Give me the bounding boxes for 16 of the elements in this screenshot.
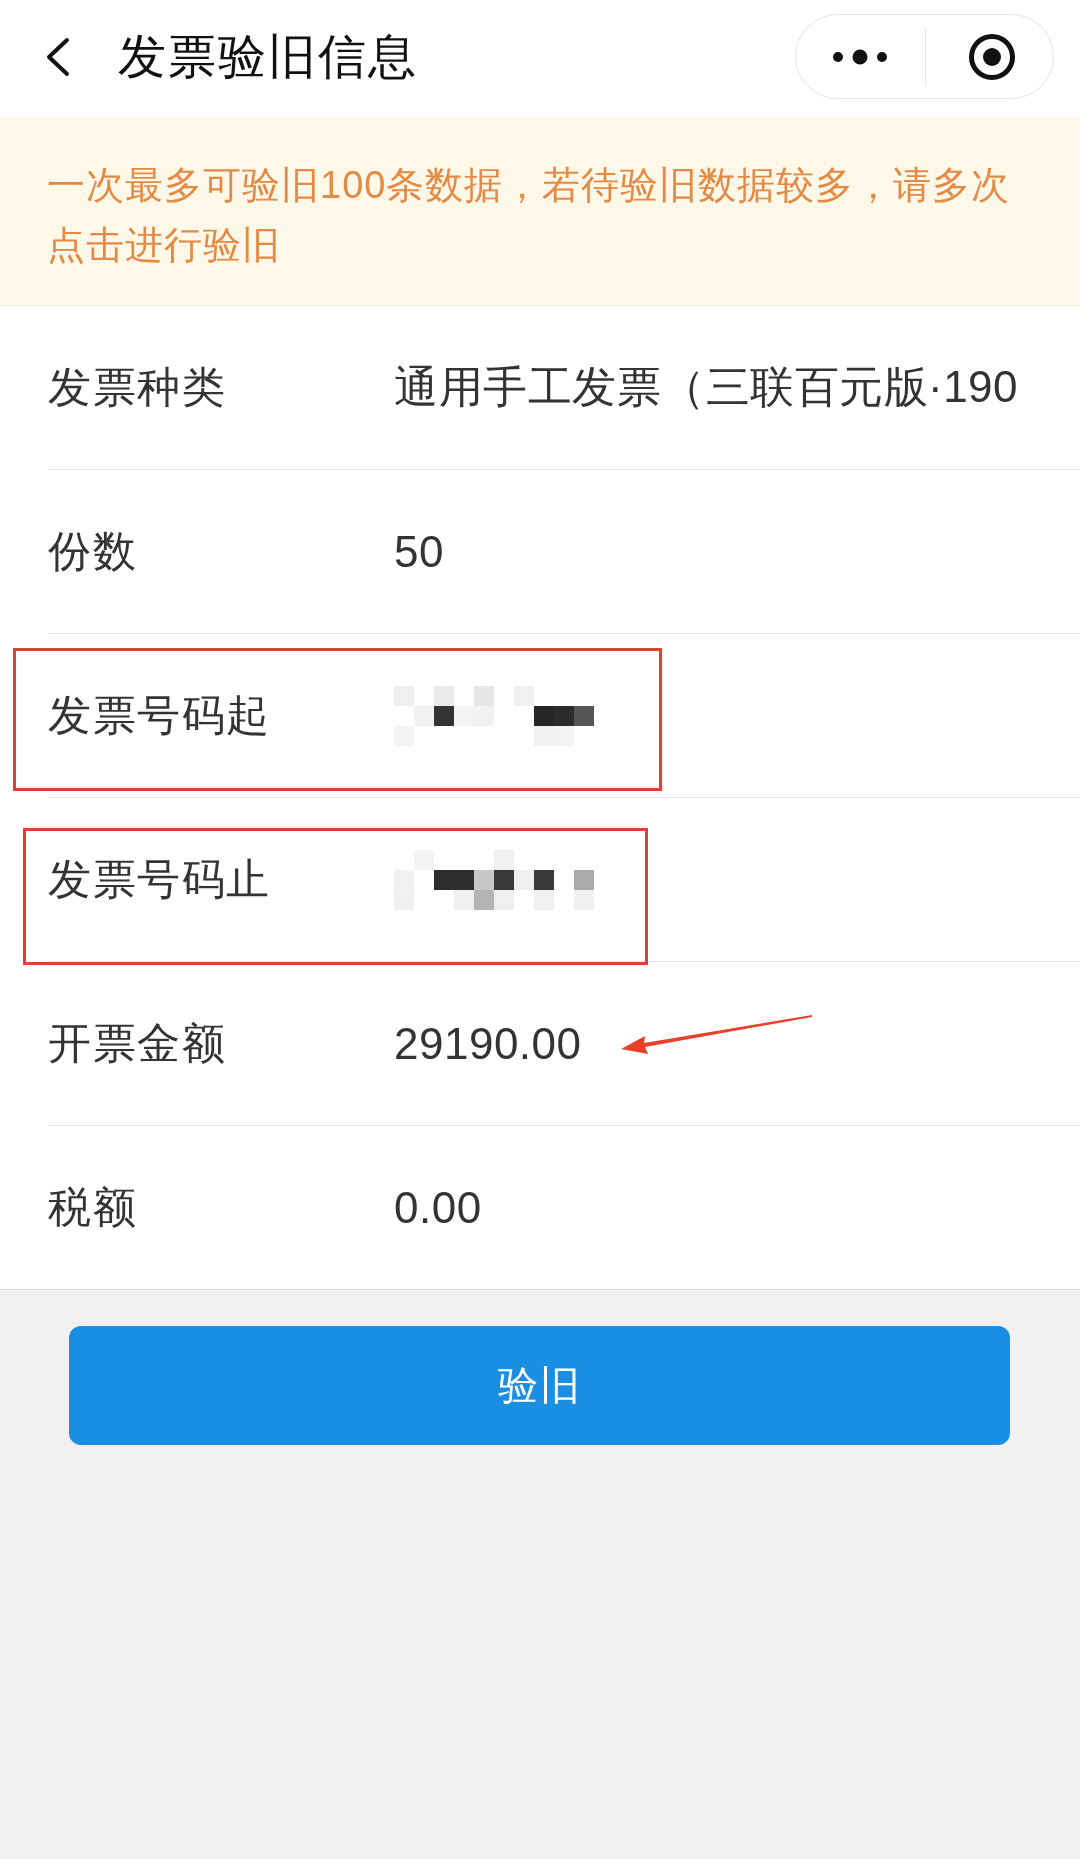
verify-button[interactable]: 验旧 bbox=[69, 1326, 1010, 1445]
field-label: 份数 bbox=[48, 526, 137, 575]
back-icon[interactable] bbox=[45, 36, 71, 77]
notice-text: 一次最多可验旧100条数据，若待验旧数据较多，请多次点击进行验旧 bbox=[47, 163, 1012, 268]
field-label: 税额 bbox=[48, 1182, 137, 1231]
field-value: 29190.00 bbox=[394, 1018, 582, 1068]
more-icon[interactable] bbox=[833, 48, 887, 65]
field-label: 开票金额 bbox=[48, 1018, 226, 1067]
field-value: 0.00 bbox=[394, 1182, 482, 1232]
field-label: 发票号码止 bbox=[48, 854, 271, 903]
page-title: 发票验旧信息 bbox=[118, 28, 418, 85]
field-value: 50 bbox=[394, 526, 444, 576]
field-label: 发票号码起 bbox=[48, 690, 271, 739]
circle-dot-icon[interactable] bbox=[968, 32, 1016, 81]
field-value: 通用手工发票（三联百元版·190 bbox=[394, 362, 1019, 411]
field-label: 发票种类 bbox=[48, 362, 226, 411]
